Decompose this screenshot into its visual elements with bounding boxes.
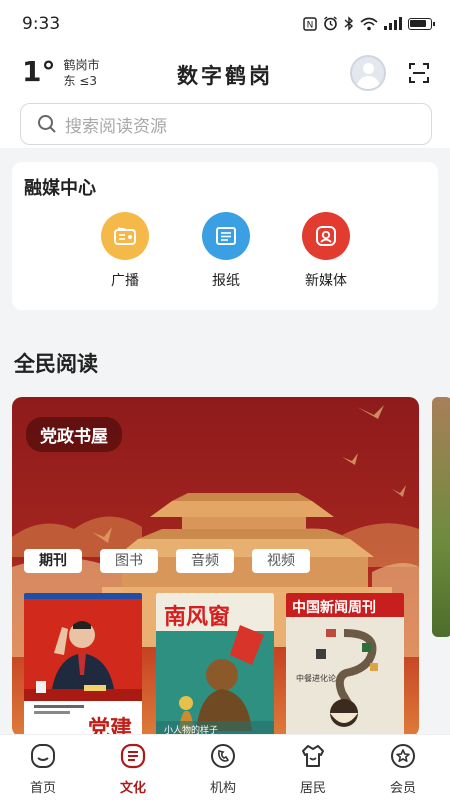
- member-icon: [391, 744, 415, 768]
- media-item-label: 新媒体: [305, 273, 347, 289]
- bottom-tab-bar: 首页 文化 机构 居民 会员: [0, 734, 450, 800]
- search-input[interactable]: 搜索阅读资源: [65, 112, 167, 137]
- culture-icon: [120, 743, 146, 769]
- search-icon: [38, 115, 56, 133]
- magazine-cover[interactable]: 党建: [24, 593, 142, 737]
- tab-label: 机构: [209, 781, 236, 796]
- home-icon: [31, 744, 55, 768]
- tab-member[interactable]: 会员: [373, 743, 433, 796]
- avatar-head: [363, 63, 374, 74]
- tab-label: 首页: [29, 781, 56, 796]
- scan-icon[interactable]: [408, 62, 430, 84]
- header: 1° 鹤岗市 东 ≤3 数字鹤岗 搜索阅读资源: [0, 48, 450, 148]
- search-bar[interactable]: 搜索阅读资源: [20, 103, 432, 145]
- media-item-new-media[interactable]: 新媒体: [286, 212, 366, 290]
- new-media-icon: [302, 212, 350, 260]
- bluetooth-icon: [344, 16, 354, 31]
- alarm-icon: [324, 16, 337, 31]
- tab-audio[interactable]: 音频: [176, 549, 234, 573]
- signal-icon: [384, 17, 402, 30]
- next-banner-peek[interactable]: [432, 397, 450, 637]
- tab-label: 会员: [389, 781, 416, 796]
- tab-label: 文化: [119, 781, 146, 796]
- status-time: 9:33: [22, 14, 61, 34]
- tab-periodical[interactable]: 期刊: [24, 549, 82, 573]
- media-item-label: 报纸: [212, 273, 240, 289]
- wifi-icon: [360, 17, 378, 30]
- magazine-cover[interactable]: 南风窗 小人物的样子: [156, 593, 274, 737]
- nfc-icon: N: [303, 16, 317, 31]
- svg-text:N: N: [307, 20, 314, 30]
- newspaper-icon: [202, 212, 250, 260]
- tab-resident[interactable]: 居民: [283, 743, 343, 796]
- status-bar: 9:33 N: [0, 0, 450, 48]
- media-center-card: 融媒中心 广播 报纸 新媒体: [12, 162, 438, 310]
- magazine-cover[interactable]: 中国新闻周刊 中餐进化论: [286, 593, 404, 737]
- magazine-title: 中国新闻周刊: [292, 600, 376, 616]
- tab-books[interactable]: 图书: [100, 549, 158, 573]
- tab-culture[interactable]: 文化: [103, 743, 163, 796]
- resident-icon: [302, 745, 324, 767]
- media-item-label: 广播: [111, 273, 139, 289]
- reading-tabs: 期刊 图书 音频 视频: [24, 549, 310, 573]
- reading-section-title: 全民阅读: [14, 352, 98, 376]
- status-icons: N: [303, 16, 435, 31]
- avatar[interactable]: [350, 55, 386, 91]
- media-item-radio[interactable]: 广播: [85, 212, 165, 290]
- tab-label: 居民: [299, 781, 326, 796]
- avatar-body: [357, 76, 380, 89]
- banner-tag: 党政书屋: [26, 417, 122, 452]
- magazine-title: 南风窗: [164, 604, 231, 630]
- institution-icon: [211, 744, 235, 768]
- battery-icon: [408, 17, 435, 30]
- radio-icon: [101, 212, 149, 260]
- tab-home[interactable]: 首页: [13, 743, 73, 796]
- tab-video[interactable]: 视频: [252, 549, 310, 573]
- tab-institution[interactable]: 机构: [193, 743, 253, 796]
- media-center-title: 融媒中心: [24, 178, 96, 199]
- media-item-newspaper[interactable]: 报纸: [186, 212, 266, 290]
- reading-banner[interactable]: 党政书屋 期刊 图书 音频 视频 党建 南风窗 小人物的样子 中国新闻周刊 中餐…: [12, 397, 419, 737]
- magazine-caption: 中餐进化论: [296, 674, 336, 683]
